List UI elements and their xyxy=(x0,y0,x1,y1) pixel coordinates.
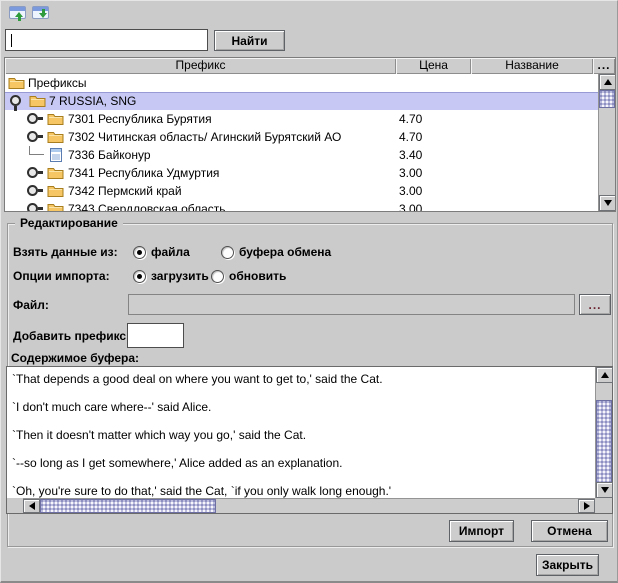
price-cell: 4.70 xyxy=(399,128,422,146)
radio-from-file-label: файла xyxy=(151,245,190,259)
price-cell: 3.40 xyxy=(399,146,422,164)
window-arrow-down-icon xyxy=(32,6,49,19)
price-cell: 3.00 xyxy=(399,164,422,182)
prefix-table: Префикс Цена Название ... Префиксы 7 RUS… xyxy=(4,57,616,212)
buffer-vertical-scrollbar[interactable] xyxy=(595,367,612,498)
arrow-down-icon xyxy=(601,487,609,493)
arrow-up-icon xyxy=(604,79,612,85)
import-button[interactable]: Импорт xyxy=(449,520,514,542)
tree-node-label: 7302 Читинская область/ Агинский Бурятск… xyxy=(68,128,341,146)
arrow-left-icon xyxy=(29,502,35,510)
price-cell: 3.00 xyxy=(399,200,422,212)
radio-load[interactable] xyxy=(133,270,146,283)
tree-expanded-handle-icon[interactable] xyxy=(10,95,28,109)
export-to-file-button[interactable] xyxy=(31,5,51,22)
import-options-label: Опции импорта: xyxy=(13,269,110,283)
tree-node-label: 7 RUSSIA, SNG xyxy=(49,92,136,110)
column-options-button[interactable]: ... xyxy=(593,58,615,74)
radio-update-label: обновить xyxy=(229,269,286,283)
tree-node-label: Префиксы xyxy=(28,74,87,92)
table-row[interactable]: 7302 Читинская область/ Агинский Бурятск… xyxy=(5,128,598,146)
folder-icon xyxy=(47,202,64,212)
scroll-down-button[interactable] xyxy=(599,195,616,211)
tree-collapsed-handle-icon[interactable] xyxy=(27,113,45,127)
tree-collapsed-handle-icon[interactable] xyxy=(27,131,45,145)
scroll-left-button[interactable] xyxy=(23,499,40,513)
window-arrow-up-icon xyxy=(9,6,26,19)
text-caret xyxy=(11,34,12,47)
add-prefix-input[interactable] xyxy=(127,323,184,348)
table-row[interactable]: 7342 Пермский край 3.00 xyxy=(5,182,598,200)
radio-from-file[interactable] xyxy=(133,246,146,259)
scroll-up-button[interactable] xyxy=(596,367,613,383)
scrollbar-thumb[interactable] xyxy=(599,90,615,108)
buffer-horizontal-scrollbar[interactable] xyxy=(23,498,595,513)
radio-from-clipboard[interactable] xyxy=(221,246,234,259)
file-path-input xyxy=(128,294,575,315)
arrow-down-icon xyxy=(604,200,612,206)
prefix-import-dialog: Найти Префикс Цена Название ... Префиксы… xyxy=(0,0,618,583)
tree-collapsed-handle-icon[interactable] xyxy=(27,203,45,212)
column-header-prefix[interactable]: Префикс xyxy=(5,58,396,74)
file-label: Файл: xyxy=(13,298,49,312)
groupbox-title: Редактирование xyxy=(15,216,123,230)
scrollbar-thumb[interactable] xyxy=(596,400,612,483)
arrow-up-icon xyxy=(601,372,609,378)
radio-update[interactable] xyxy=(211,270,224,283)
ellipsis-icon: ... xyxy=(588,299,601,311)
buffer-contents-label: Содержимое буфера: xyxy=(11,351,139,365)
tree-collapsed-handle-icon[interactable] xyxy=(27,167,45,181)
radio-load-label: загрузить xyxy=(151,269,209,283)
browse-button[interactable]: ... xyxy=(579,294,611,315)
buffer-textarea-pane: `That depends a good deal on where you w… xyxy=(6,366,613,514)
table-row[interactable]: 7301 Республика Бурятия 4.70 xyxy=(5,110,598,128)
buffer-textarea[interactable]: `That depends a good deal on where you w… xyxy=(7,367,595,498)
table-row-selected[interactable]: 7 RUSSIA, SNG xyxy=(5,92,598,110)
column-header-price[interactable]: Цена xyxy=(396,58,471,74)
find-button[interactable]: Найти xyxy=(214,30,285,51)
import-from-file-button[interactable] xyxy=(8,5,28,22)
scroll-up-button[interactable] xyxy=(599,74,616,90)
scroll-down-button[interactable] xyxy=(596,482,613,498)
add-prefix-label: Добавить префикс: xyxy=(13,329,130,343)
arrow-right-icon xyxy=(584,502,590,510)
table-vertical-scrollbar[interactable] xyxy=(598,74,615,211)
data-source-label: Взять данные из: xyxy=(13,245,118,259)
close-button[interactable]: Закрыть xyxy=(536,554,599,576)
cancel-button[interactable]: Отмена xyxy=(531,520,608,542)
tree-collapsed-handle-icon[interactable] xyxy=(27,185,45,199)
scrollbar-thumb[interactable] xyxy=(40,499,216,513)
table-row[interactable]: 7341 Республика Удмуртия 3.00 xyxy=(5,164,598,182)
search-input[interactable] xyxy=(5,29,208,51)
table-row[interactable]: Префиксы xyxy=(5,74,598,92)
table-header: Префикс Цена Название ... xyxy=(5,58,615,74)
tree-connector-line xyxy=(29,146,44,155)
radio-from-clipboard-label: буфера обмена xyxy=(239,245,331,259)
table-row[interactable]: 7336 Байконур 3.40 xyxy=(5,146,598,164)
tree-node-label: 7336 Байконур xyxy=(68,146,151,164)
tree-node-label: 7341 Республика Удмуртия xyxy=(68,164,219,182)
scroll-right-button[interactable] xyxy=(578,499,595,513)
tree-node-label: 7301 Республика Бурятия xyxy=(68,110,212,128)
tree-node-label: 7342 Пермский край xyxy=(68,182,182,200)
table-row[interactable]: 7343 Свердловская область 3.00 xyxy=(5,200,598,212)
column-header-name[interactable]: Название xyxy=(471,58,593,74)
price-cell: 4.70 xyxy=(399,110,422,128)
tree-node-label: 7343 Свердловская область xyxy=(68,200,226,212)
price-cell: 3.00 xyxy=(399,182,422,200)
